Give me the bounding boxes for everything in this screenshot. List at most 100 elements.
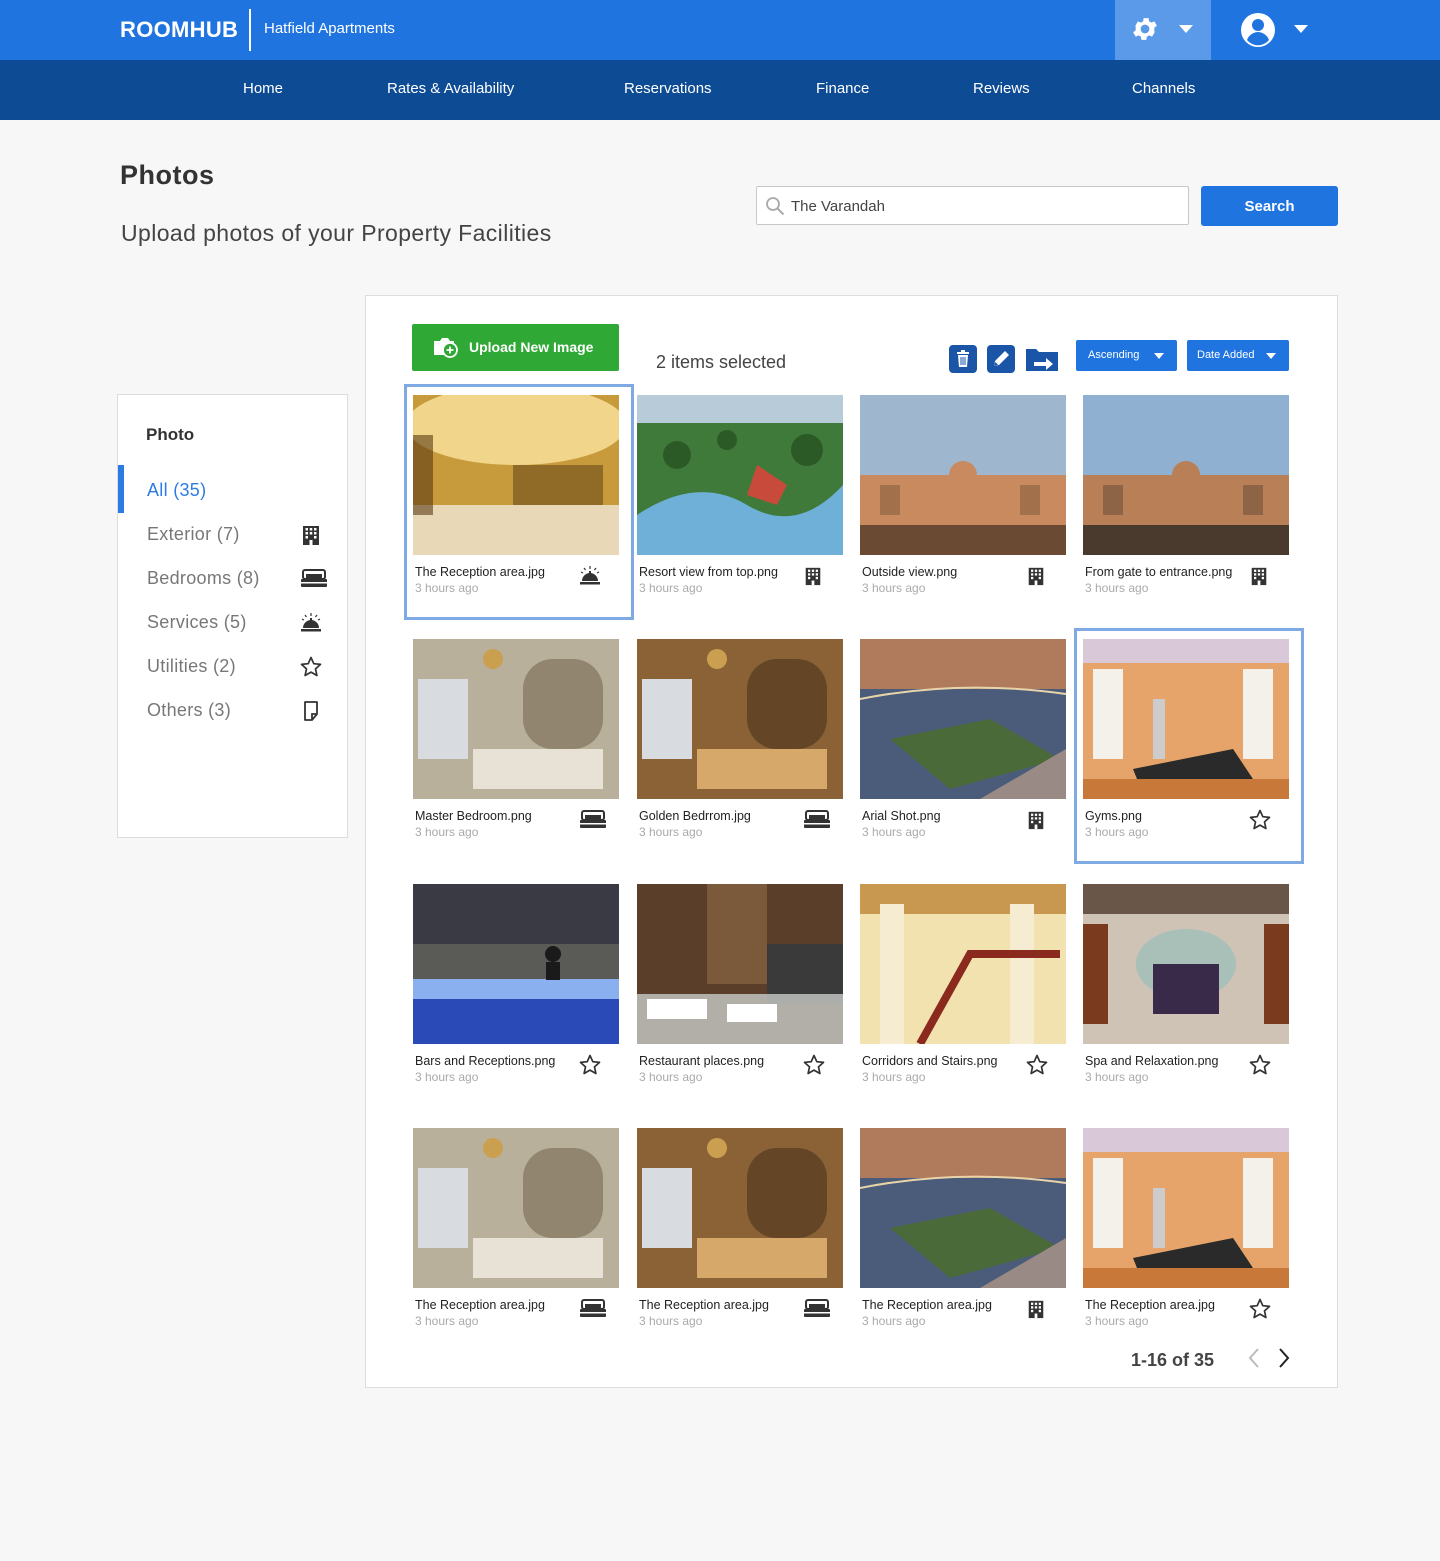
category-all[interactable]: All (35) <box>118 465 347 513</box>
bed-icon[interactable] <box>803 1298 831 1325</box>
sort-by-dropdown[interactable]: Date Added <box>1187 340 1289 371</box>
building-icon[interactable] <box>1249 565 1269 592</box>
move-to-folder-button[interactable] <box>1024 345 1060 373</box>
photo-thumbnail[interactable] <box>860 1128 1066 1288</box>
photo-filename: The Reception area.jpg <box>415 565 545 579</box>
bed-icon[interactable] <box>579 1298 607 1325</box>
photo-filename: From gate to entrance.png <box>1085 565 1233 579</box>
photo-thumbnail[interactable] <box>413 1128 619 1288</box>
category-utilities[interactable]: Utilities (2) <box>118 645 347 689</box>
pagination-text: 1-16 of 35 <box>1131 1350 1215 1370</box>
settings-menu-button[interactable] <box>1115 0 1211 60</box>
star-icon <box>300 656 322 677</box>
nav-rates-availability[interactable]: Rates & Availability <box>387 80 514 97</box>
main-nav: Home Rates & Availability Reservations F… <box>0 60 1440 120</box>
photo-thumbnail[interactable] <box>637 639 843 799</box>
category-exterior[interactable]: Exterior (7) <box>118 513 347 557</box>
photo-card[interactable]: The Reception area.jpg 3 hours ago <box>1083 1128 1289 1333</box>
category-others[interactable]: Others (3) <box>118 689 347 733</box>
nav-channels[interactable]: Channels <box>1132 80 1195 97</box>
building-icon <box>303 526 319 545</box>
photo-thumbnail[interactable] <box>860 884 1066 1044</box>
building-icon[interactable] <box>803 565 823 592</box>
photo-thumbnail[interactable] <box>637 395 843 555</box>
photo-filename: Spa and Relaxation.png <box>1085 1054 1219 1068</box>
page-title: Photos <box>120 160 215 190</box>
photo-card[interactable]: Gyms.png 3 hours ago <box>1074 628 1304 864</box>
star-icon[interactable] <box>1026 1054 1048 1081</box>
brand-divider <box>249 9 251 51</box>
photo-card[interactable]: Corridors and Stairs.png 3 hours ago <box>860 884 1066 1089</box>
photo-filename: The Reception area.jpg <box>1085 1298 1215 1312</box>
nav-reviews[interactable]: Reviews <box>973 80 1030 97</box>
photo-thumbnail[interactable] <box>1083 395 1289 555</box>
photo-thumbnail[interactable] <box>860 639 1066 799</box>
building-icon[interactable] <box>1026 809 1046 836</box>
active-indicator <box>118 465 124 513</box>
order-dropdown[interactable]: Ascending <box>1076 340 1177 371</box>
photo-card[interactable]: The Reception area.jpg 3 hours ago <box>860 1128 1066 1333</box>
upload-new-image-button[interactable]: Upload New Image <box>412 324 619 371</box>
star-icon[interactable] <box>1249 1054 1271 1081</box>
search-button[interactable]: Search <box>1201 186 1338 226</box>
photo-card[interactable]: The Reception area.jpg 3 hours ago <box>413 1128 619 1333</box>
photo-timestamp: 3 hours ago <box>639 825 703 839</box>
camera-plus-icon <box>434 338 458 358</box>
chevron-down-icon <box>1266 353 1276 359</box>
photo-card[interactable]: Spa and Relaxation.png 3 hours ago <box>1083 884 1289 1089</box>
building-icon[interactable] <box>1026 1298 1046 1325</box>
bed-icon[interactable] <box>803 809 831 836</box>
delete-button[interactable] <box>949 345 977 373</box>
property-name[interactable]: Hatfield Apartments <box>264 20 395 37</box>
photo-thumbnail[interactable] <box>637 884 843 1044</box>
category-label: All (35) <box>147 480 207 500</box>
building-icon[interactable] <box>1026 565 1046 592</box>
nav-reservations[interactable]: Reservations <box>624 80 712 97</box>
category-label: Bedrooms (8) <box>147 568 260 588</box>
service-bell-icon[interactable] <box>579 565 601 592</box>
photo-card[interactable]: Arial Shot.png 3 hours ago <box>860 639 1066 844</box>
photo-thumbnail[interactable] <box>1083 1128 1289 1288</box>
account-circle-icon <box>1241 13 1275 47</box>
star-icon[interactable] <box>579 1054 601 1081</box>
photo-thumbnail[interactable] <box>1083 639 1289 799</box>
bed-icon[interactable] <box>579 809 607 836</box>
photo-card[interactable]: Master Bedroom.png 3 hours ago <box>413 639 619 844</box>
brand-logo[interactable]: ROOMHUB <box>120 17 238 43</box>
photo-card[interactable]: Bars and Receptions.png 3 hours ago <box>413 884 619 1089</box>
photo-thumbnail[interactable] <box>413 395 619 555</box>
photo-thumbnail[interactable] <box>1083 884 1289 1044</box>
chevron-down-icon <box>1179 25 1193 33</box>
photo-card[interactable]: The Reception area.jpg 3 hours ago <box>404 384 634 620</box>
photo-card[interactable]: Resort view from top.png 3 hours ago <box>637 395 843 600</box>
star-icon[interactable] <box>803 1054 825 1081</box>
nav-finance[interactable]: Finance <box>816 80 869 97</box>
user-menu-button[interactable] <box>1240 12 1320 48</box>
order-label: Ascending <box>1088 349 1140 361</box>
photo-card[interactable]: Outside view.png 3 hours ago <box>860 395 1066 600</box>
photo-card[interactable]: The Reception area.jpg 3 hours ago <box>637 1128 843 1333</box>
service-bell-icon <box>301 613 321 632</box>
selected-count: 2 items selected <box>656 352 787 372</box>
photo-card[interactable]: Golden Bedrrom.jpg 3 hours ago <box>637 639 843 844</box>
photo-thumbnail[interactable] <box>413 884 619 1044</box>
chevron-left-icon[interactable] <box>1246 1347 1262 1369</box>
photo-card[interactable]: From gate to entrance.png 3 hours ago <box>1083 395 1289 600</box>
star-icon[interactable] <box>1249 809 1271 836</box>
search-input[interactable] <box>791 195 1181 217</box>
category-services[interactable]: Services (5) <box>118 601 347 645</box>
star-icon[interactable] <box>1249 1298 1271 1325</box>
chevron-right-icon[interactable] <box>1276 1347 1292 1369</box>
note-icon <box>304 701 318 721</box>
photo-thumbnail[interactable] <box>637 1128 843 1288</box>
photo-filename: The Reception area.jpg <box>862 1298 992 1312</box>
photo-filename: Gyms.png <box>1085 809 1142 823</box>
sort-label: Date Added <box>1197 349 1255 361</box>
photo-thumbnail[interactable] <box>860 395 1066 555</box>
nav-home[interactable]: Home <box>243 80 283 97</box>
edit-button[interactable] <box>987 345 1015 373</box>
photo-timestamp: 3 hours ago <box>862 1070 926 1084</box>
photo-card[interactable]: Restaurant places.png 3 hours ago <box>637 884 843 1089</box>
photo-thumbnail[interactable] <box>413 639 619 799</box>
category-bedrooms[interactable]: Bedrooms (8) <box>118 557 347 601</box>
